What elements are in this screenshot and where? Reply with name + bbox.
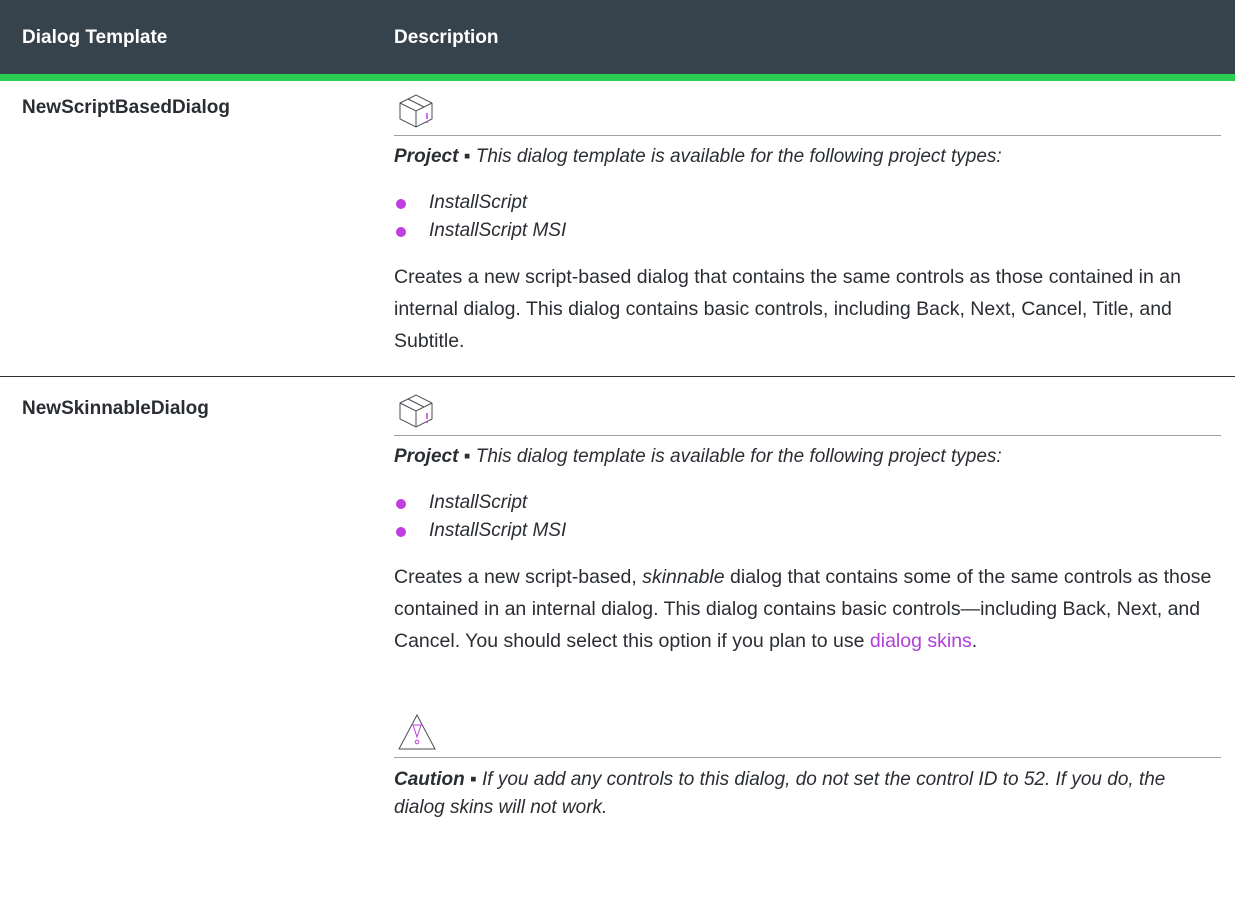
- project-type-list: InstallScript InstallScript MSI: [394, 489, 566, 545]
- note-label: Project: [394, 146, 459, 167]
- caution-text: If you add any controls to this dialog, …: [394, 769, 1166, 818]
- bullet-dot-icon: [396, 499, 406, 509]
- table-row: NewSkinnableDialog Project ▪ This dialog…: [0, 377, 1235, 894]
- list-item: InstallScript MSI: [394, 217, 566, 245]
- description-text: .: [971, 630, 978, 652]
- note-text: This dialog template is available for th…: [475, 446, 1002, 467]
- project-note-icon-bar: [394, 91, 1221, 136]
- project-box-icon: [399, 94, 433, 128]
- caution-icon-bar: [394, 711, 1221, 758]
- template-name: NewSkinnableDialog: [22, 398, 209, 419]
- template-description: Creates a new script-based dialog that c…: [394, 266, 1181, 352]
- description-emphasis: skinnable: [642, 566, 725, 588]
- bullet-dot-icon: [396, 227, 406, 237]
- list-item: InstallScript: [394, 189, 566, 217]
- list-item-label: InstallScript MSI: [429, 520, 567, 541]
- project-note: Project ▪ This dialog template is availa…: [394, 443, 1002, 471]
- header-dialog-template: Dialog Template: [22, 27, 168, 48]
- caution-triangle-icon: [398, 713, 436, 750]
- note-label: Project: [394, 446, 459, 467]
- project-type-list: InstallScript InstallScript MSI: [394, 189, 566, 245]
- dialog-skins-link[interactable]: dialog skins: [870, 630, 972, 652]
- note-separator: ▪: [458, 446, 476, 467]
- bullet-dot-icon: [396, 527, 406, 537]
- description-text: Creates a new script-based,: [394, 566, 643, 588]
- table-row: NewScriptBasedDialog Project ▪ This dial…: [0, 81, 1235, 377]
- template-description: Creates a new script-based, skinnable di…: [394, 561, 1221, 657]
- project-box-icon: [399, 394, 433, 428]
- note-text: This dialog template is available for th…: [475, 146, 1002, 167]
- bullet-dot-icon: [396, 199, 406, 209]
- list-item: InstallScript: [394, 489, 566, 517]
- dialog-template-table: Dialog Template Description NewScriptBas…: [0, 0, 1235, 894]
- note-separator: ▪: [458, 146, 476, 167]
- caution-label: Caution: [394, 769, 465, 790]
- list-item-label: InstallScript: [429, 192, 528, 213]
- caution-separator: ▪: [464, 769, 483, 790]
- project-note: Project ▪ This dialog template is availa…: [394, 143, 1002, 171]
- list-item: InstallScript MSI: [394, 517, 566, 545]
- list-item-label: InstallScript MSI: [429, 220, 567, 241]
- project-note-icon-bar: [394, 391, 1221, 436]
- caution-note: Caution ▪ If you add any controls to thi…: [394, 766, 1221, 822]
- table-header: Dialog Template Description: [0, 0, 1235, 81]
- list-item-label: InstallScript: [429, 492, 528, 513]
- template-name: NewScriptBasedDialog: [22, 97, 230, 118]
- header-description: Description: [394, 27, 499, 48]
